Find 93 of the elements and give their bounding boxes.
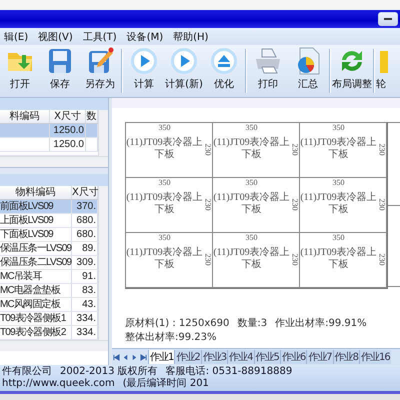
toolbar-button[interactable]: 计算(新) — [164, 45, 204, 97]
part-height: 230 — [378, 198, 386, 210]
part-height: 230 — [204, 198, 212, 210]
sheet-tab[interactable]: 作业4 — [227, 350, 254, 364]
part-label: (11)JT09表冷器上下板 — [300, 192, 377, 216]
part-label: (11)JT09表冷器上下板 — [213, 137, 290, 161]
status-text: 客服电话: 0531-88918889 — [166, 366, 292, 378]
menu-item[interactable]: 工具(T) — [78, 30, 121, 44]
toolbar-button[interactable]: 保存 — [40, 45, 80, 97]
scrollbar[interactable] — [0, 340, 108, 351]
part-label: (11)JT09表冷器上下板 — [126, 192, 203, 216]
summary-text: 作业出材率:99.91% — [275, 316, 367, 330]
table-cell: 保温压条一LVS09 — [0, 242, 72, 255]
status-text: (最后编译时间 201 — [122, 378, 209, 390]
sheet-tab[interactable]: 作业8 — [332, 350, 359, 364]
part-label: (11)JT09表冷器上下板 — [213, 192, 290, 216]
sheet-tab[interactable]: 作业2 — [174, 350, 201, 364]
table-cell: T09表冷器侧板2 — [0, 326, 72, 339]
status-text: 件有限公司 — [2, 366, 52, 378]
part-width: 350 — [246, 123, 258, 133]
minimize-button[interactable] — [378, 12, 398, 26]
table-cell: T09表冷器侧板1 — [0, 312, 72, 325]
column-header[interactable]: X尺寸 — [50, 110, 86, 123]
toolbar-button[interactable]: 优化 — [204, 45, 244, 97]
part-width: 350 — [246, 233, 258, 243]
table-cell: MC风阀固定板 — [0, 298, 72, 311]
column-header[interactable]: 料编码 — [0, 110, 50, 123]
toolbar-button[interactable]: 另存为 — [80, 45, 120, 97]
sheet-tab[interactable]: 作业1 — [148, 350, 174, 364]
part-height: 230 — [378, 254, 386, 266]
sheet-tab[interactable]: 作业16 — [359, 350, 391, 364]
table-cell: 1250.0 — [50, 124, 86, 137]
part-width: 350 — [332, 123, 344, 133]
summary-text: 整体出材率:99.23% — [125, 330, 216, 344]
table-row[interactable]: 前面板LVS09 370. — [0, 200, 98, 214]
part-height: 230 — [290, 198, 300, 210]
splitter[interactable] — [0, 167, 108, 174]
sheet-tab[interactable]: 作业7 — [306, 350, 333, 364]
toolbar-button[interactable]: 计算 — [124, 45, 164, 97]
table-cell: 保温压条二LVS09 — [0, 256, 72, 269]
toolbar-button[interactable]: 汇总 — [288, 45, 328, 97]
floppy-pencil-icon — [86, 47, 114, 75]
table-cell: MC电器盒垫板 — [0, 284, 72, 297]
menu-item[interactable]: 帮助(H) — [169, 30, 212, 44]
table-row[interactable]: 1250.0 — [0, 124, 98, 138]
scrollbar[interactable] — [0, 156, 108, 167]
part-width: 350 — [246, 178, 258, 188]
scrollbar[interactable] — [98, 186, 108, 340]
eject-icon — [210, 47, 238, 75]
sheet-tab[interactable]: 作业5 — [254, 350, 280, 364]
status-text: 2002-2013 版权所有 — [60, 366, 158, 378]
toolbar-button[interactable]: 布局调整 — [332, 45, 372, 97]
summary-text: 原材料(1) : 1250x690 — [125, 316, 230, 330]
part-width: 350 — [158, 178, 170, 188]
triangle-left-icon — [122, 354, 129, 360]
scrollbar[interactable] — [98, 110, 108, 156]
skip-back-icon — [113, 354, 120, 360]
part-height: 230 — [204, 144, 212, 156]
summary-text: 数量:3 — [237, 317, 268, 330]
table-cell: 1250.0 — [50, 138, 86, 151]
part-height: 230 — [378, 144, 386, 156]
menu-item[interactable]: 辑(E) — [0, 30, 32, 44]
part-label: (11)JT09表冷器上下板 — [126, 247, 203, 271]
table-cell: 上面板LVS09 — [0, 214, 72, 227]
table-cell: MC吊装耳 — [0, 270, 72, 283]
part-label: (11)JT09表冷器上下板 — [213, 247, 290, 271]
skip-forward-icon — [140, 354, 147, 360]
menu-item[interactable]: 视图(V) — [34, 30, 77, 44]
part-width: 350 — [332, 233, 344, 243]
part-width: 350 — [158, 123, 170, 133]
status-text: http://www.queek.com — [2, 378, 115, 390]
table-row[interactable]: 1250.0 — [0, 138, 98, 152]
part-label: (11)JT09表冷器上下板 — [300, 137, 377, 161]
part-label: (11)JT09表冷器上下板 — [126, 137, 203, 161]
part-width: 350 — [158, 233, 170, 243]
part-height: 230 — [290, 144, 300, 156]
printer-icon — [254, 47, 282, 75]
table-cell: 前面板LVS09 — [0, 200, 72, 213]
column-header[interactable]: 物料编码 — [0, 186, 72, 199]
table-cell: 下面板LVS09 — [0, 228, 72, 241]
toolbar-button[interactable]: 打开 — [0, 45, 40, 97]
part-width: 350 — [332, 178, 344, 188]
sheet-tab[interactable]: 作业3 — [200, 350, 228, 364]
toolbar-button[interactable]: 打印 — [248, 45, 288, 97]
sheet-tab[interactable]: 作业6 — [280, 350, 306, 364]
part-height: 230 — [204, 254, 212, 266]
menu-item[interactable]: 设备(M) — [122, 30, 168, 44]
triangle-right-icon — [131, 354, 138, 360]
part-height: 230 — [290, 254, 300, 266]
play-icon — [170, 47, 198, 75]
play-icon — [130, 47, 158, 75]
toolbar-button[interactable]: 轮 — [376, 45, 398, 97]
part-label: (11)JT09表冷器上下板 — [300, 247, 377, 271]
